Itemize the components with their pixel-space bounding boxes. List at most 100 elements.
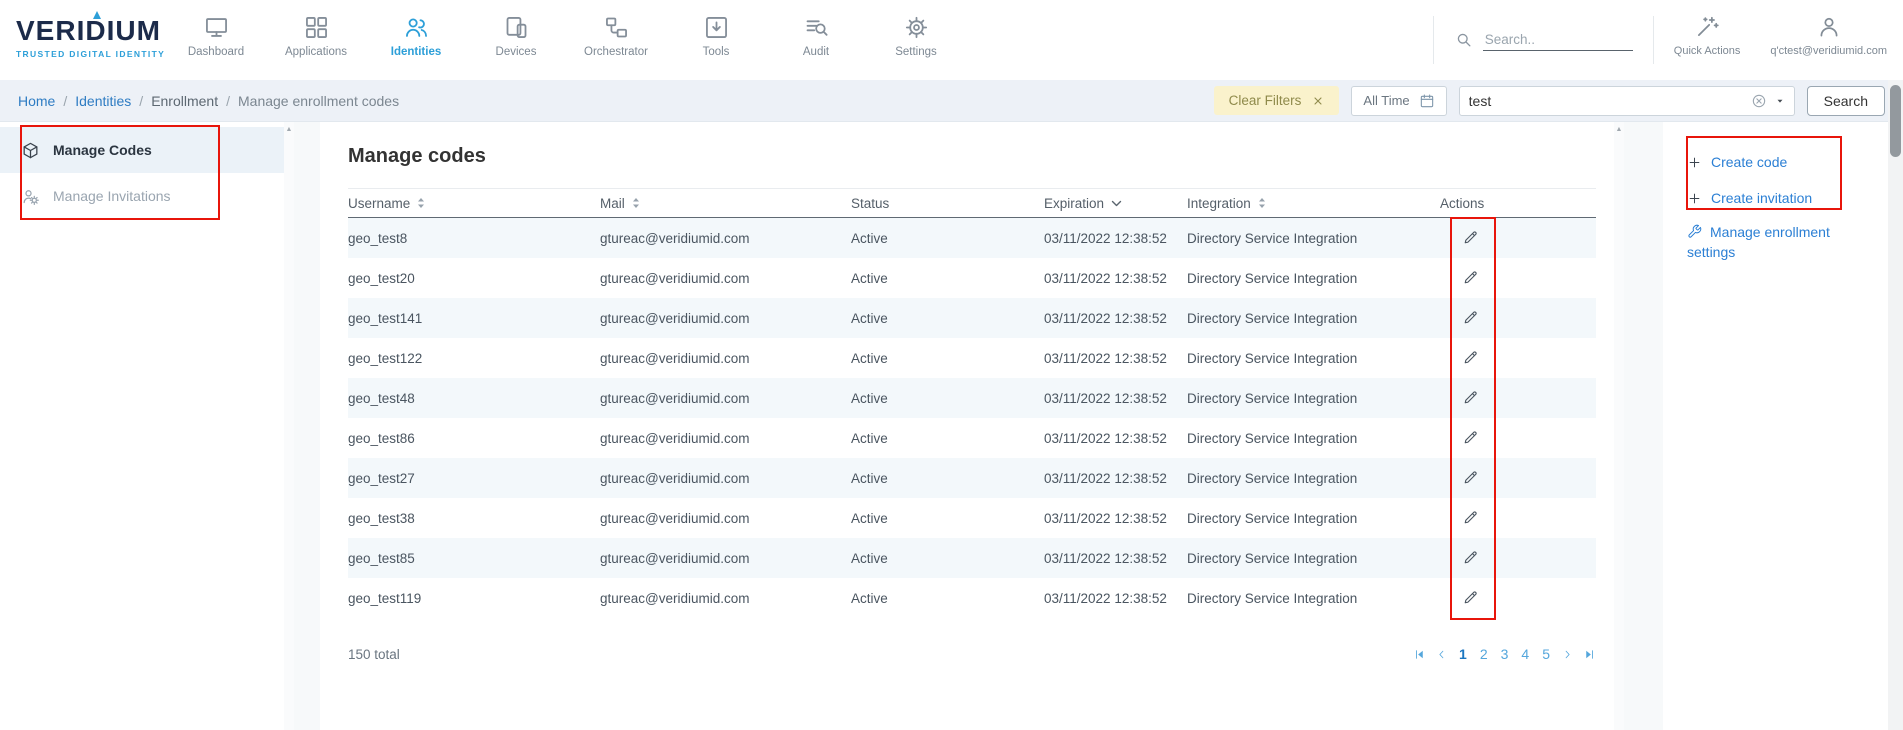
breadcrumb-item-manage-enrollment-codes: Manage enrollment codes	[238, 93, 399, 109]
devices-icon	[503, 14, 530, 41]
plus-icon	[1687, 191, 1702, 206]
column-header-username[interactable]: Username	[348, 196, 600, 211]
create-invitation-link[interactable]: Create invitation	[1687, 180, 1863, 216]
cell-expiration: 03/11/2022 12:38:52	[1044, 591, 1187, 606]
cell-username: geo_test119	[348, 591, 600, 606]
edit-button[interactable]	[1460, 307, 1481, 328]
nav-item-tools[interactable]: Tools	[666, 14, 766, 58]
last-page-button[interactable]	[1583, 648, 1596, 661]
time-range-button[interactable]: All Time	[1351, 86, 1446, 116]
breadcrumb-separator: /	[139, 93, 143, 109]
cell-integration: Directory Service Integration	[1187, 351, 1440, 366]
last-page-icon	[1583, 648, 1596, 661]
filter-controls: Clear Filters All Time Search	[1214, 86, 1885, 116]
sort-both-icon	[632, 197, 640, 209]
column-header-expiration[interactable]: Expiration	[1044, 196, 1187, 211]
user-menu[interactable]: q'ctest@veridiumid.com	[1770, 0, 1887, 80]
edit-button[interactable]	[1460, 387, 1481, 408]
pencil-icon	[1462, 469, 1479, 486]
cell-username: geo_test48	[348, 391, 600, 406]
cell-actions	[1440, 507, 1596, 529]
search-button[interactable]: Search	[1807, 86, 1885, 116]
prev-page-button[interactable]	[1435, 648, 1448, 661]
cell-integration: Directory Service Integration	[1187, 431, 1440, 446]
edit-button[interactable]	[1460, 267, 1481, 288]
cell-actions	[1440, 467, 1596, 489]
table-row: geo_test85gtureac@veridiumid.comActive03…	[348, 538, 1596, 578]
cell-expiration: 03/11/2022 12:38:52	[1044, 271, 1187, 286]
edit-button[interactable]	[1460, 507, 1481, 528]
nav-item-orchestrator[interactable]: Orchestrator	[566, 14, 666, 58]
page-scrollbar-thumb[interactable]	[1890, 85, 1901, 157]
quick-actions-button[interactable]: Quick Actions	[1674, 0, 1741, 80]
edit-button[interactable]	[1460, 227, 1481, 248]
filter-search-input[interactable]	[1469, 93, 1743, 109]
table-body: geo_test8gtureac@veridiumid.comActive03/…	[348, 218, 1596, 618]
nav-item-audit[interactable]: Audit	[766, 14, 866, 58]
column-header-integration[interactable]: Integration	[1187, 196, 1440, 211]
pencil-icon	[1462, 349, 1479, 366]
create-code-link[interactable]: Create code	[1687, 144, 1863, 180]
sidebar-item-manage-codes[interactable]: Manage Codes	[0, 127, 284, 173]
breadcrumb-item-identities[interactable]: Identities	[75, 93, 131, 109]
cell-expiration: 03/11/2022 12:38:52	[1044, 391, 1187, 406]
column-header-actions: Actions	[1440, 196, 1596, 211]
cell-integration: Directory Service Integration	[1187, 471, 1440, 486]
page-1-button[interactable]: 1	[1457, 646, 1469, 662]
sidebar-scrollbar[interactable]	[284, 122, 294, 730]
nav-item-dashboard[interactable]: Dashboard	[166, 14, 266, 58]
sidebar-item-manage-invitations[interactable]: Manage Invitations	[0, 173, 284, 219]
edit-button[interactable]	[1460, 587, 1481, 608]
cell-mail: gtureac@veridiumid.com	[600, 391, 851, 406]
logo-accent-icon	[93, 11, 101, 19]
global-search-input[interactable]	[1483, 29, 1633, 51]
breadcrumb-item-home[interactable]: Home	[18, 93, 55, 109]
page-3-button[interactable]: 3	[1499, 646, 1511, 662]
cell-integration: Directory Service Integration	[1187, 591, 1440, 606]
table-row: geo_test86gtureac@veridiumid.comActive03…	[348, 418, 1596, 458]
next-page-button[interactable]	[1561, 648, 1574, 661]
cell-mail: gtureac@veridiumid.com	[600, 271, 851, 286]
clear-filters-button[interactable]: Clear Filters	[1214, 86, 1340, 115]
nav-item-settings[interactable]: Settings	[866, 14, 966, 58]
gear-icon	[903, 14, 930, 41]
total-count: 150 total	[348, 647, 400, 662]
cell-username: geo_test20	[348, 271, 600, 286]
column-header-mail[interactable]: Mail	[600, 196, 851, 211]
grid-icon	[303, 14, 330, 41]
caret-down-icon[interactable]	[1775, 96, 1785, 106]
main-content: Manage codes UsernameMailStatusExpiratio…	[320, 122, 1614, 730]
quick-actions-label: Quick Actions	[1674, 45, 1741, 57]
audit-icon	[803, 14, 830, 41]
table-row: geo_test141gtureac@veridiumid.comActive0…	[348, 298, 1596, 338]
nav-right: Quick Actions q'ctest@veridiumid.com	[1413, 0, 1887, 80]
cell-status: Active	[851, 351, 1044, 366]
page-title: Manage codes	[348, 144, 1614, 168]
top-nav: VERIDIUM TRUSTED DIGITAL IDENTITY Dashbo…	[0, 0, 1903, 80]
pencil-icon	[1462, 549, 1479, 566]
manage-enrollment-settings-link[interactable]: Manage enrollment settings	[1687, 222, 1863, 262]
gutter	[294, 122, 320, 730]
search-icon[interactable]	[1454, 30, 1474, 50]
nav-item-devices[interactable]: Devices	[466, 14, 566, 58]
cell-username: geo_test38	[348, 511, 600, 526]
page-4-button[interactable]: 4	[1519, 646, 1531, 662]
breadcrumb: Home/Identities/Enrollment/Manage enroll…	[18, 93, 399, 109]
first-page-button[interactable]	[1413, 648, 1426, 661]
table-row: geo_test38gtureac@veridiumid.comActive03…	[348, 498, 1596, 538]
edit-button[interactable]	[1460, 547, 1481, 568]
edit-button[interactable]	[1460, 347, 1481, 368]
divider	[1653, 16, 1654, 64]
nav-item-applications[interactable]: Applications	[266, 14, 366, 58]
main-scrollbar[interactable]	[1614, 122, 1624, 730]
page-5-button[interactable]: 5	[1540, 646, 1552, 662]
page-2-button[interactable]: 2	[1478, 646, 1490, 662]
nav-item-identities[interactable]: Identities	[366, 14, 466, 58]
page-scrollbar[interactable]	[1888, 80, 1903, 730]
circle-close-icon[interactable]	[1751, 93, 1767, 109]
cell-integration: Directory Service Integration	[1187, 391, 1440, 406]
edit-button[interactable]	[1460, 427, 1481, 448]
global-search	[1454, 29, 1633, 51]
edit-button[interactable]	[1460, 467, 1481, 488]
cell-username: geo_test86	[348, 431, 600, 446]
